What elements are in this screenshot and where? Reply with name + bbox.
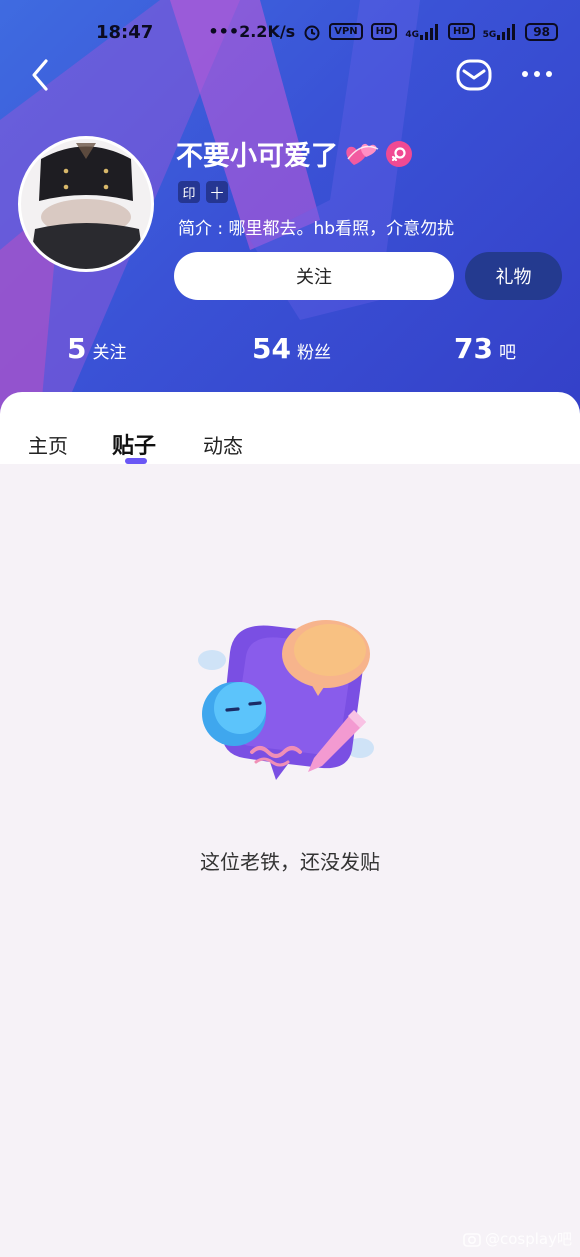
bio: 简介 : 哪里都去。hb看照，介意勿扰: [178, 219, 455, 239]
signal-5g: 5G: [483, 23, 518, 40]
tab-posts[interactable]: 贴子: [112, 428, 156, 460]
stat-value: 5: [67, 332, 87, 365]
avatar[interactable]: [18, 136, 154, 272]
stat-label: 关注: [92, 343, 127, 363]
network-speed: •••2.2K/s: [208, 22, 296, 41]
stat-value: 54: [252, 332, 291, 365]
alarm-icon: [304, 25, 320, 40]
watermark-text: @cosplay吧: [485, 1230, 572, 1248]
stat-value: 73: [454, 332, 493, 365]
watermark: @cosplay吧: [463, 1228, 572, 1249]
status-bar: 18:47 •••2.2K/s VPN HD 4G HD 5G 98: [0, 0, 580, 62]
hd-indicator-2: HD: [447, 23, 475, 40]
avatar-photo: [21, 139, 151, 269]
stat-label: 粉丝: [296, 343, 331, 363]
signal-4g: 4G: [405, 23, 440, 40]
message-button[interactable]: [454, 58, 494, 92]
stat-fans[interactable]: 54 粉丝: [252, 332, 331, 365]
stat-label: 吧: [498, 343, 516, 363]
hearts-icon: [346, 143, 379, 165]
female-icon: [386, 140, 412, 167]
tab-activity[interactable]: 动态: [203, 430, 243, 459]
battery-indicator: 98: [525, 22, 558, 41]
empty-posts-illustration-icon: [198, 620, 374, 780]
status-indicators: •••2.2K/s VPN HD 4G HD 5G 98: [208, 22, 558, 41]
username: 不要小可爱了: [176, 141, 338, 172]
empty-state-message: 这位老铁，还没发贴: [200, 850, 380, 874]
stat-following[interactable]: 5 关注: [67, 332, 126, 365]
badge-yin[interactable]: 印: [178, 181, 200, 203]
more-button[interactable]: [518, 64, 556, 84]
hd-indicator-1: HD: [370, 23, 398, 40]
username-row: 不要小可爱了: [176, 134, 412, 173]
profile-header: 18:47 •••2.2K/s VPN HD 4G HD 5G 98 不要小可爱…: [0, 0, 580, 420]
envelope-icon: [456, 59, 492, 91]
ellipsis-icon: [522, 71, 552, 77]
chevron-left-icon: [32, 59, 48, 91]
tab-home[interactable]: 主页: [28, 430, 68, 459]
back-button[interactable]: [26, 58, 56, 92]
user-badges: 印 十: [178, 181, 228, 203]
gift-button[interactable]: 礼物: [465, 252, 562, 300]
signal-bars-icon: [497, 23, 516, 40]
stat-bars[interactable]: 73 吧: [454, 332, 516, 365]
badge-plus[interactable]: 十: [206, 181, 228, 203]
active-tab-indicator: [125, 458, 147, 464]
follow-button[interactable]: 关注: [174, 252, 454, 300]
camera-icon: [463, 1232, 481, 1247]
tab-bar: 主页 贴子 动态: [0, 392, 580, 464]
status-time: 18:47: [96, 22, 154, 43]
vpn-indicator: VPN: [329, 23, 363, 40]
signal-bars-icon: [419, 23, 438, 40]
